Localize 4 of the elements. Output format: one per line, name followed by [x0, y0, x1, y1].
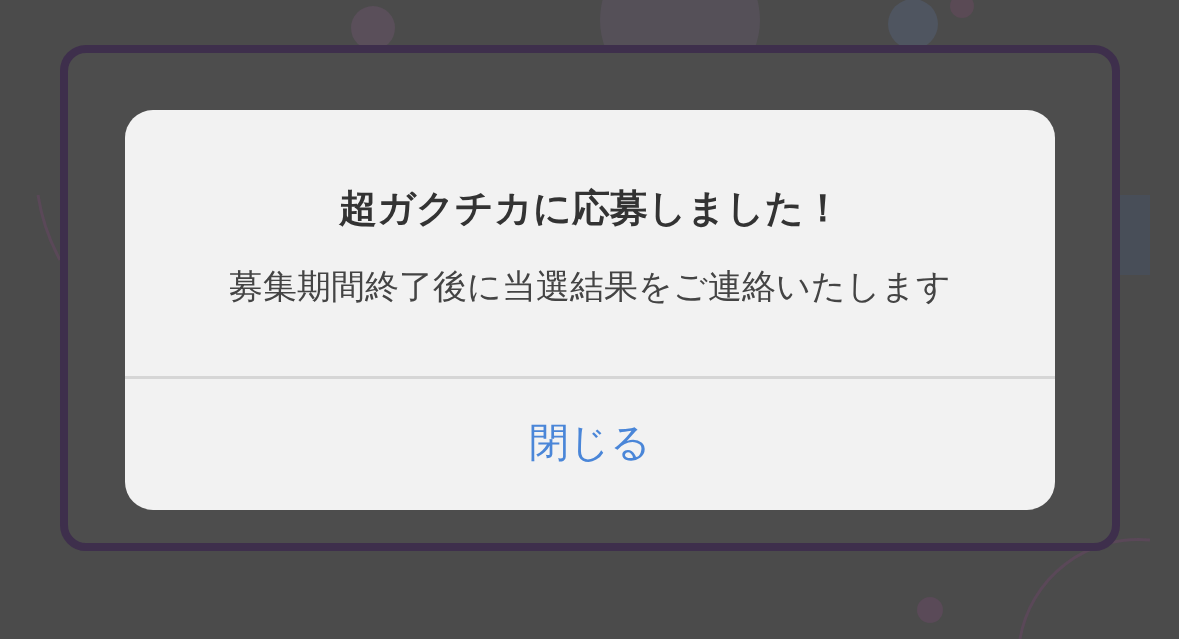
close-button[interactable]: 閉じる	[125, 379, 1055, 510]
decorative-arc	[36, 194, 62, 261]
dialog-message: 募集期間終了後に当選結果をご連絡いたします	[229, 266, 951, 306]
dialog-title: 超ガクチカに応募しました！	[338, 188, 842, 228]
